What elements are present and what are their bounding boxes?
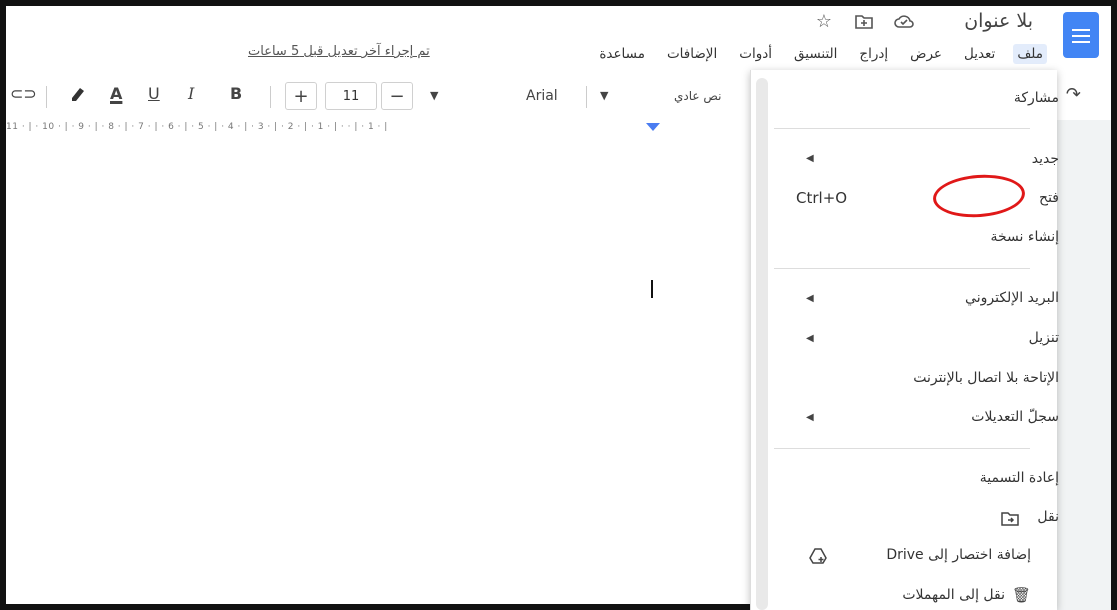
toolbar-divider	[270, 86, 271, 108]
document-title[interactable]: بلا عنوان	[964, 10, 1033, 32]
shortcut-open: Ctrl+O	[796, 189, 848, 207]
bold-button[interactable]: B	[230, 84, 242, 103]
title-icons: ☆	[813, 10, 915, 32]
docs-header: بلا عنوان ☆ ملف تعديل عرض إدراج التنسيق …	[6, 6, 1111, 74]
font-family-select[interactable]: Arial	[526, 88, 558, 104]
toolbar-divider	[586, 86, 587, 108]
trash-icon: 🗑	[1011, 586, 1031, 604]
text-color-button[interactable]: A	[110, 84, 122, 103]
menu-item-make-copy[interactable]: إنشاء نسخة	[990, 229, 1059, 245]
chevron-down-icon[interactable]: ▼	[430, 89, 438, 102]
menu-format[interactable]: التنسيق	[790, 44, 841, 64]
menu-separator	[774, 128, 1030, 129]
menu-separator	[774, 448, 1030, 449]
docs-logo-icon[interactable]	[1063, 12, 1099, 58]
menu-item-share[interactable]: مشاركة	[1014, 90, 1059, 106]
menu-file[interactable]: ملف	[1013, 44, 1047, 64]
menu-item-rename[interactable]: إعادة التسمية	[980, 470, 1059, 486]
menu-item-offline[interactable]: الإتاحة بلا اتصال بالإنترنت	[913, 370, 1059, 386]
font-size-input[interactable]: 11	[325, 82, 377, 110]
highlight-color-icon[interactable]	[68, 84, 88, 106]
submenu-arrow-icon: ◀	[806, 412, 814, 423]
move-icon	[1001, 510, 1019, 530]
menu-help[interactable]: مساعدة	[595, 44, 649, 64]
menu-item-email[interactable]: البريد الإلكتروني	[965, 290, 1059, 306]
menu-tools[interactable]: أدوات	[735, 44, 776, 64]
scrollbar[interactable]	[756, 78, 768, 610]
menu-view[interactable]: عرض	[906, 44, 946, 64]
decrease-font-size-button[interactable]: −	[381, 82, 413, 110]
menu-item-open[interactable]: فتح	[1039, 190, 1059, 206]
submenu-arrow-icon: ◀	[806, 153, 814, 164]
menu-edit[interactable]: تعديل	[960, 44, 999, 64]
menu-item-trash[interactable]: نقل إلى المهملات	[902, 587, 1005, 603]
move-to-folder-icon[interactable]	[853, 10, 875, 32]
text-cursor	[651, 280, 653, 298]
ruler[interactable]: 11 · | · 10 · | · 9 · | · 8 · | · 7 · | …	[6, 122, 750, 138]
canvas-gutter	[1050, 120, 1111, 610]
menu-insert[interactable]: إدراج	[855, 44, 892, 64]
menu-addons[interactable]: الإضافات	[663, 44, 721, 64]
italic-button[interactable]: I	[188, 84, 194, 103]
submenu-arrow-icon: ◀	[806, 293, 814, 304]
menu-item-move[interactable]: نقل	[1037, 509, 1059, 525]
last-edit-link[interactable]: تم إجراء آخر تعديل قبل 5 ساعات	[248, 44, 430, 59]
menu-separator	[774, 268, 1030, 269]
redo-icon[interactable]: ↷	[1066, 84, 1081, 105]
chevron-down-icon[interactable]: ▼	[600, 89, 608, 102]
link-icon[interactable]: ⊂⊃	[10, 84, 37, 103]
document-page[interactable]	[6, 160, 750, 604]
underline-button[interactable]: U	[148, 84, 160, 103]
menu-item-download[interactable]: تنزيل	[1029, 330, 1059, 346]
toolbar-divider	[46, 86, 47, 108]
menu-item-add-shortcut[interactable]: إضافة اختصار إلى Drive	[886, 547, 1031, 563]
menu-item-version-history[interactable]: سجلّ التعديلات	[971, 409, 1059, 425]
menu-item-new[interactable]: جديد	[1032, 151, 1059, 167]
paragraph-style-select[interactable]: نص عادي	[674, 89, 721, 103]
submenu-arrow-icon: ◀	[806, 333, 814, 344]
increase-font-size-button[interactable]: +	[285, 82, 317, 110]
cloud-saved-icon[interactable]	[893, 10, 915, 32]
menu-bar: ملف تعديل عرض إدراج التنسيق أدوات الإضاف…	[595, 44, 1047, 64]
add-shortcut-drive-icon	[809, 548, 827, 568]
star-icon[interactable]: ☆	[813, 10, 835, 32]
